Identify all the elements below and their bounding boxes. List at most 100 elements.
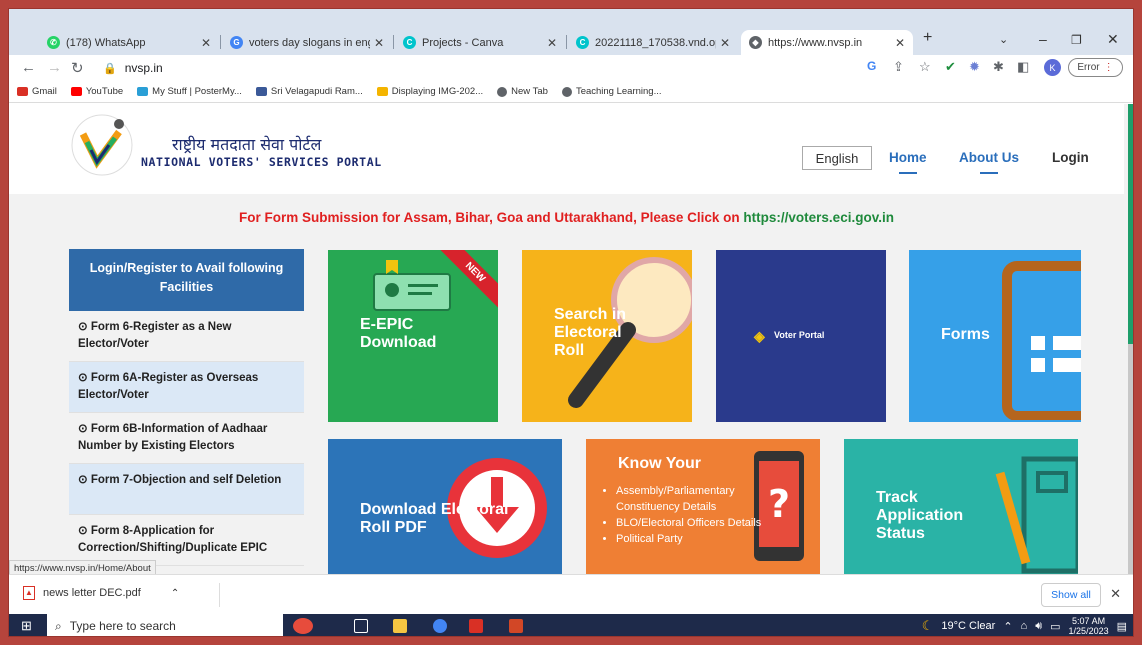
file-explorer-icon[interactable] [393, 619, 407, 633]
facilities-panel: Login/Register to Avail following Facili… [69, 249, 304, 566]
site-header: राष्ट्रीय मतदाता सेवा पोर्टल NATIONAL VO… [9, 104, 1124, 194]
bookmark-gmail[interactable]: Gmail [17, 86, 57, 97]
tile-voter-portal[interactable]: ◈ Voter Portal [716, 250, 886, 422]
bookmark-velagapudi[interactable]: Sri Velagapudi Ram... [255, 86, 363, 97]
loading-icon: ◆ [749, 36, 762, 49]
browser-window: ✆ (178) WhatsApp ✕ G voters day slogans … [8, 8, 1134, 637]
tab-canva-projects[interactable]: C Projects - Canva ✕ [395, 30, 565, 55]
voter-portal-label: Voter Portal [774, 330, 825, 340]
language-select[interactable]: English [802, 146, 872, 170]
task-view-icon[interactable] [354, 619, 368, 633]
facility-item[interactable]: ⊙ Form 6A-Register as Overseas Elector/V… [69, 362, 304, 413]
weather-moon-icon: ☾ [921, 618, 934, 633]
bookmark-star-icon[interactable]: ☆ [919, 59, 931, 75]
voter-portal-logo-icon: ◈ [754, 328, 765, 344]
close-window-button[interactable]: ✕ [1107, 31, 1119, 48]
facility-item[interactable]: ⊙ Form 6-Register as a New Elector/Voter [69, 311, 304, 362]
close-tab-icon[interactable]: ✕ [547, 36, 557, 50]
windows-start-icon[interactable]: ⊞ [21, 618, 32, 634]
bookmark-postermywall[interactable]: My Stuff | PosterMy... [137, 86, 242, 97]
more-vert-icon: ⋮ [1103, 62, 1114, 73]
bookmark-displaying-img[interactable]: Displaying IMG-202... [376, 86, 483, 97]
tab-google-search[interactable]: G voters day slogans in english ✕ [222, 30, 392, 55]
facility-item[interactable]: ⊙ Form 8-Application for Correction/Shif… [69, 515, 304, 566]
notice-link[interactable]: https://voters.eci.gov.in [743, 210, 894, 225]
nav-login[interactable]: Login [1052, 150, 1089, 165]
tab-nvsp[interactable]: ◆ https://www.nvsp.in ✕ [741, 30, 913, 55]
download-item[interactable]: ▲ news letter DEC.pdf ⌃ [23, 586, 179, 600]
extension-gear-icon[interactable]: ✹ [969, 59, 980, 75]
tile-label: Know Your [618, 455, 701, 472]
clipboard-pencil-icon [995, 456, 1078, 574]
eci-logo[interactable] [69, 112, 135, 178]
tab-divider [220, 35, 221, 49]
tile-label: Forms [941, 326, 990, 343]
news-widget-icon[interactable] [293, 618, 313, 634]
tile-label: Search in Electoral Roll [554, 306, 627, 359]
profile-avatar[interactable]: K [1044, 59, 1061, 76]
facility-item[interactable]: ⊙ Form 7-Objection and self Deletion [69, 464, 304, 515]
tab-title: Projects - Canva [422, 36, 504, 49]
clock[interactable]: 5:07 AM 1/25/2023 [1069, 616, 1109, 636]
bookmark-teaching-learning[interactable]: Teaching Learning... [561, 86, 662, 97]
show-all-button[interactable]: Show all [1041, 583, 1101, 607]
acrobat-icon[interactable] [469, 619, 483, 633]
close-tab-icon[interactable]: ✕ [720, 36, 730, 50]
page-scrollbar[interactable] [1128, 344, 1133, 574]
tab-title: voters day slogans in english [249, 36, 370, 49]
restore-button[interactable]: ❐ [1071, 33, 1082, 47]
tile-search-electoral-roll[interactable]: Search in Electoral Roll [522, 250, 692, 422]
address-bar[interactable]: 🔒 nvsp.in [103, 58, 853, 78]
facility-item[interactable]: ⊙ Form 6B-Information of Aadhaar Number … [69, 413, 304, 464]
youtube-icon [70, 87, 82, 96]
tile-forms[interactable]: Forms [909, 250, 1081, 422]
clock-date: 1/25/2023 [1068, 626, 1109, 636]
nav-about[interactable]: About Us [959, 150, 1019, 174]
close-tab-icon[interactable]: ✕ [201, 36, 211, 50]
network-icon[interactable]: ⌂ [1021, 620, 1028, 632]
chevron-up-icon[interactable]: ⌃ [171, 588, 179, 599]
volume-icon[interactable]: 🔊︎ [1035, 620, 1042, 633]
notifications-icon[interactable]: ▤ [1117, 620, 1127, 633]
bookmark-youtube[interactable]: YouTube [70, 86, 124, 97]
google-translate-icon[interactable]: G [867, 59, 876, 73]
back-icon[interactable]: ← [21, 59, 36, 76]
side-panel-icon[interactable]: ◧ [1017, 59, 1029, 75]
close-tab-icon[interactable]: ✕ [895, 36, 905, 50]
accent-edge [1128, 104, 1133, 344]
tab-whatsapp[interactable]: ✆ (178) WhatsApp ✕ [39, 30, 219, 55]
nav-home-label: Home [889, 150, 927, 165]
nav-login-label: Login [1052, 150, 1089, 165]
close-tab-icon[interactable]: ✕ [374, 36, 384, 50]
new-tab-button[interactable]: + [923, 29, 932, 47]
tile-e-epic-download[interactable]: NEW E-EPIC Download [328, 250, 498, 422]
bookmark-new-tab[interactable]: New Tab [497, 86, 548, 97]
canva-icon: C [403, 36, 416, 49]
postermywall-icon [137, 87, 149, 96]
share-icon[interactable]: ⇪ [893, 59, 904, 75]
extensions-puzzle-icon[interactable]: ✱ [993, 59, 1004, 75]
tile-know-your[interactable]: ? Know Your Assembly/Parliamentary Const… [586, 439, 820, 574]
chrome-icon[interactable] [433, 619, 447, 633]
error-menu-button[interactable]: Error ⋮ [1068, 58, 1123, 77]
powerpoint-icon[interactable] [509, 619, 523, 633]
check-extension-icon[interactable]: ✔ [945, 59, 956, 75]
tile-download-electoral-roll[interactable]: Download Electoral Roll PDF [328, 439, 562, 574]
reload-icon[interactable]: ↻ [71, 59, 84, 77]
site-title-hindi: राष्ट्रीय मतदाता सेवा पोर्टल [172, 135, 322, 154]
tab-search-icon[interactable]: ⌄ [999, 33, 1008, 46]
tray-chevron-icon[interactable]: ⌃ [1003, 620, 1012, 633]
tile-track-application[interactable]: Track Application Status [844, 439, 1078, 574]
tab-canva-file[interactable]: C 20221118_170538.vnd.openxml ✕ [568, 30, 738, 55]
minimize-button[interactable]: – [1039, 31, 1047, 47]
bookmark-label: YouTube [85, 86, 124, 97]
battery-icon[interactable]: ▭ [1050, 620, 1060, 633]
close-icon[interactable]: ✕ [1110, 586, 1121, 602]
divider [219, 583, 220, 607]
bookmark-label: Teaching Learning... [575, 86, 662, 97]
forward-icon[interactable]: → [47, 59, 62, 76]
nav-home[interactable]: Home [889, 150, 927, 174]
weather-text[interactable]: 19°C Clear [941, 620, 995, 632]
list-item: BLO/Electoral Officers Details [616, 515, 766, 531]
taskbar-search[interactable]: ⌕ Type here to search [47, 614, 283, 636]
